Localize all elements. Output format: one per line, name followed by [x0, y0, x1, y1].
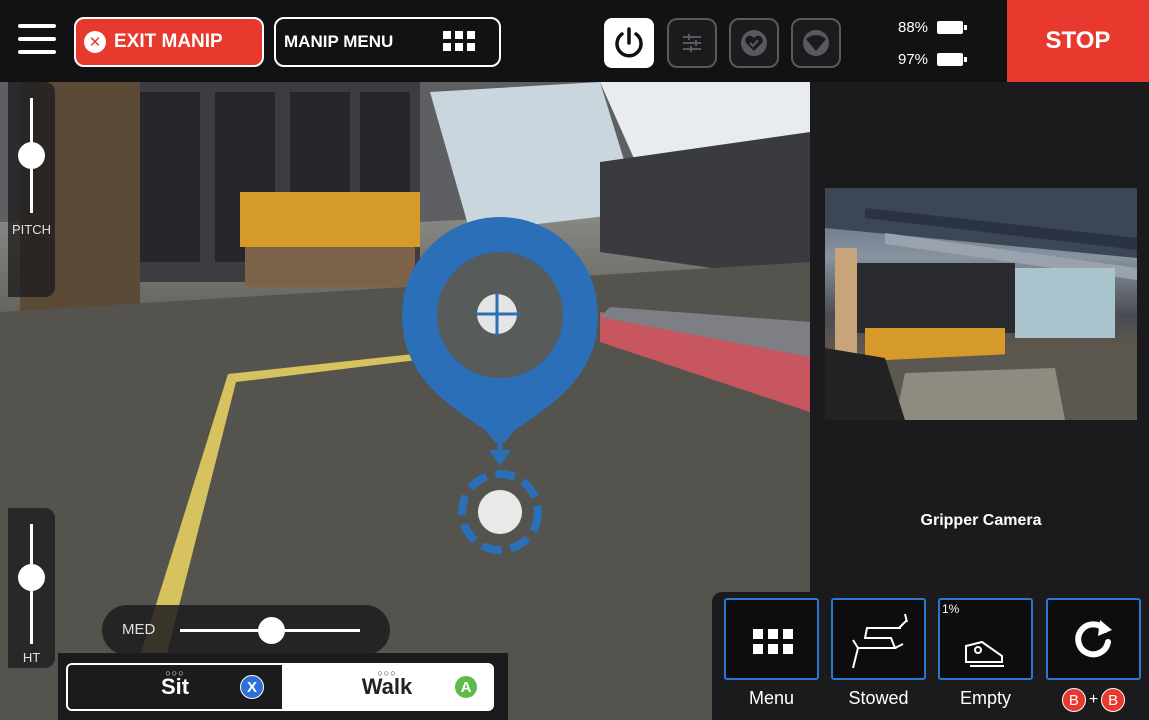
gripper-camera-view[interactable] [825, 188, 1137, 420]
stop-label: STOP [1045, 27, 1111, 54]
stowed-label: Stowed [848, 688, 909, 708]
health-button[interactable] [729, 18, 779, 68]
battery-percent: 88% [898, 19, 929, 36]
dots-indicator: ○○○ [165, 668, 185, 678]
walk-button[interactable]: ○○○ Walk A [282, 665, 492, 709]
gripper-button[interactable]: 1% [938, 598, 1033, 680]
hamburger-menu-icon[interactable] [18, 24, 56, 58]
exit-manip-label: EXIT MANIP [114, 31, 223, 52]
menu-button[interactable] [724, 598, 819, 680]
x-button-icon: X [240, 675, 264, 699]
wifi-button[interactable] [791, 18, 841, 68]
pitch-label: PITCH [12, 222, 51, 237]
menu-label: Menu [748, 688, 795, 708]
plus-label: + [1088, 691, 1099, 708]
refresh-icon [1075, 620, 1112, 658]
reset-button[interactable] [1046, 598, 1141, 680]
a-button-icon: A [454, 675, 478, 699]
gripper-scene [825, 188, 1137, 420]
battery-percent: 97% [898, 51, 929, 68]
battery-status-2: 97% [898, 51, 968, 68]
sit-button[interactable]: ○○○ Sit X [68, 665, 282, 709]
dots-indicator: ○○○ [377, 668, 397, 678]
pitch-slider[interactable]: PITCH [8, 82, 55, 297]
settings-sliders-button[interactable] [667, 18, 717, 68]
battery-status-1: 88% [898, 19, 968, 36]
pitch-slider-knob[interactable] [18, 142, 45, 169]
manip-menu-button[interactable]: MANIP MENU [274, 17, 501, 67]
stow-button[interactable] [831, 598, 926, 680]
manip-menu-label: MANIP MENU [284, 32, 394, 51]
b-button-icon: B [1061, 688, 1086, 712]
grid-icon [753, 629, 793, 654]
stowed-arm-icon [852, 613, 908, 669]
top-bar: ✕ EXIT MANIP MANIP MENU 88% 97% STOP [0, 0, 1149, 82]
height-slider[interactable]: HT [8, 508, 55, 668]
close-circle-icon: ✕ [84, 31, 106, 53]
gripper-open-percent: 1% [942, 602, 960, 616]
empty-label: Empty [959, 688, 1011, 708]
heart-check-icon [741, 30, 767, 56]
sit-walk-toggle[interactable]: ○○○ Sit X ○○○ Walk A [66, 663, 494, 711]
grid-icon [443, 31, 475, 51]
power-icon [615, 27, 643, 58]
exit-manip-button[interactable]: ✕ EXIT MANIP [74, 17, 264, 67]
gripper-camera-label: Gripper Camera [920, 512, 1042, 529]
height-slider-knob[interactable] [18, 564, 45, 591]
battery-icon [937, 21, 968, 34]
speed-slider[interactable]: MED [102, 605, 390, 655]
height-label: HT [22, 650, 41, 665]
power-button[interactable] [604, 18, 654, 68]
stop-button[interactable]: STOP [1007, 0, 1149, 82]
wifi-icon [803, 30, 829, 56]
speed-label: MED [122, 621, 156, 638]
speed-slider-knob[interactable] [258, 617, 285, 644]
reset-shortcut: B + B [1046, 688, 1141, 712]
sliders-icon [683, 34, 701, 52]
battery-icon [937, 53, 968, 66]
b-button-icon: B [1101, 688, 1126, 712]
